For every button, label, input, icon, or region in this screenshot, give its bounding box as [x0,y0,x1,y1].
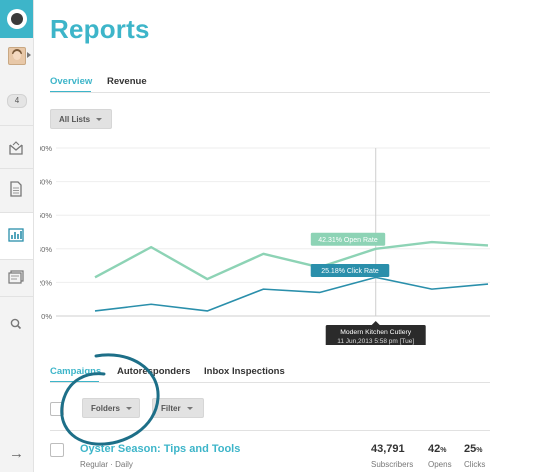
open-rate-line [94,240,489,281]
subscribers-value: 43,791 [371,443,405,455]
collapse-arrow-icon[interactable]: → [9,446,24,462]
sidebar-divider [0,296,33,297]
y-tick-label: 60% [40,211,52,220]
performance-chart: 100% 80% 60% 40% 20% 0% 42.31% Open Rate 25.18%… [40,144,490,345]
reports-bar-chart-icon[interactable] [7,226,25,244]
folders-dropdown[interactable]: Folders [82,398,140,418]
filter-dropdown[interactable]: Filter [152,398,204,418]
chevron-down-icon [125,406,132,410]
tab-revenue[interactable]: Revenue [107,76,147,87]
click-rate-label: 25.18% Click Rate [321,268,379,275]
campaign-checkbox[interactable] [50,443,64,457]
subscribers-label: Subscribers [371,460,414,469]
campaigns-envelope-icon[interactable] [7,139,25,157]
campaign-title-link[interactable]: Oyster Season: Tips and Tools [80,443,240,455]
all-lists-label: All Lists [59,114,91,124]
folders-label: Folders [91,403,120,413]
campaign-type: Regular · Daily [80,460,133,469]
tabs-divider [50,382,490,383]
chevron-down-icon [96,117,103,121]
search-icon[interactable] [7,315,25,333]
tab-inbox-inspections[interactable]: Inbox Inspections [204,366,285,377]
tooltip-title: Modern Kitchen Cutlery [340,329,412,336]
y-tick-label: 100% [40,144,52,153]
tooltip-subtitle: 11 Jun,2013 5:58 pm [Tue] [337,338,414,345]
clicks-value: 25% [464,443,483,455]
tab-overview[interactable]: Overview [50,76,92,87]
templates-document-icon[interactable] [7,180,25,198]
filter-label: Filter [161,403,181,413]
tab-campaigns[interactable]: Campaigns [50,366,101,377]
logo[interactable] [0,0,33,38]
y-tick-label: 40% [40,245,52,254]
chevron-down-icon [186,406,193,410]
tabs-divider [50,92,490,93]
row-divider [50,430,490,431]
all-lists-dropdown[interactable]: All Lists [50,109,112,129]
sidebar: 4 → [0,0,34,472]
open-rate-label: 42.31% Open Rate [318,237,378,244]
opens-label: Opens [428,460,452,469]
avatar[interactable] [8,47,26,65]
tab-autoresponders[interactable]: Autoresponders [117,366,190,377]
mailchimp-logo-icon [6,9,27,29]
tooltip-arrow [371,321,380,325]
clicks-label: Clicks [464,460,486,469]
notification-badge[interactable]: 4 [7,94,27,108]
lists-icon[interactable] [7,268,25,286]
y-tick-label: 20% [40,278,52,287]
y-tick-label: 80% [40,178,52,187]
y-tick-label: 0% [41,312,52,321]
page-title: Reports [50,14,150,44]
sidebar-divider [0,125,33,126]
chevron-right-icon[interactable] [27,52,31,58]
sidebar-divider [0,168,33,169]
select-all-checkbox[interactable] [50,402,64,416]
opens-value: 42% [428,443,447,455]
